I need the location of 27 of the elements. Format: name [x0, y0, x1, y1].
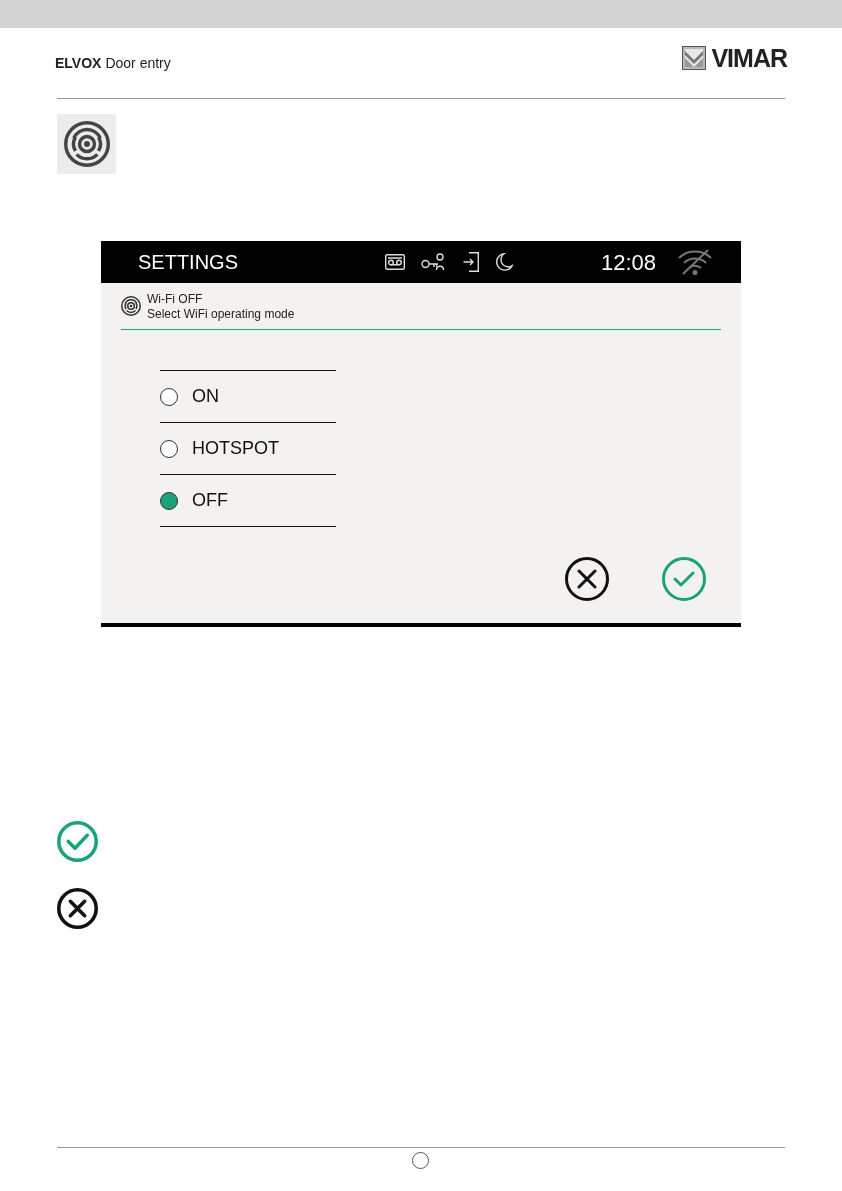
check-circle-icon — [57, 821, 98, 862]
radio-button[interactable] — [160, 439, 178, 458]
confirm-button[interactable] — [662, 557, 706, 601]
option-label: OFF — [192, 489, 228, 512]
screen-title: SETTINGS — [138, 251, 238, 273]
panel-subtitle: Select WiFi operating mode — [147, 307, 295, 322]
brand-name: ELVOX — [55, 53, 102, 73]
close-circle-icon — [57, 888, 98, 929]
panel-title: Wi-Fi OFF — [147, 292, 204, 307]
moon-icon — [496, 253, 513, 271]
door-arrow-icon — [463, 252, 479, 272]
option-label: HOTSPOT — [192, 437, 279, 460]
signal-rings-icon — [57, 114, 116, 174]
product-line: Door entry — [105, 53, 171, 73]
cancel-button[interactable] — [565, 557, 609, 601]
wifi-off-icon — [677, 249, 714, 275]
signal-rings-icon — [121, 296, 141, 316]
cassette-icon — [385, 254, 405, 270]
logo-wordmark: VIMAR — [711, 45, 787, 71]
option-label: ON — [192, 385, 219, 408]
key-icon — [421, 253, 445, 271]
clock-time: 12:08 — [601, 248, 657, 277]
radio-button[interactable] — [160, 387, 178, 406]
radio-button[interactable] — [160, 491, 178, 510]
close-icon — [577, 569, 597, 589]
check-icon — [673, 571, 695, 587]
logo-emblem-icon — [682, 46, 707, 70]
